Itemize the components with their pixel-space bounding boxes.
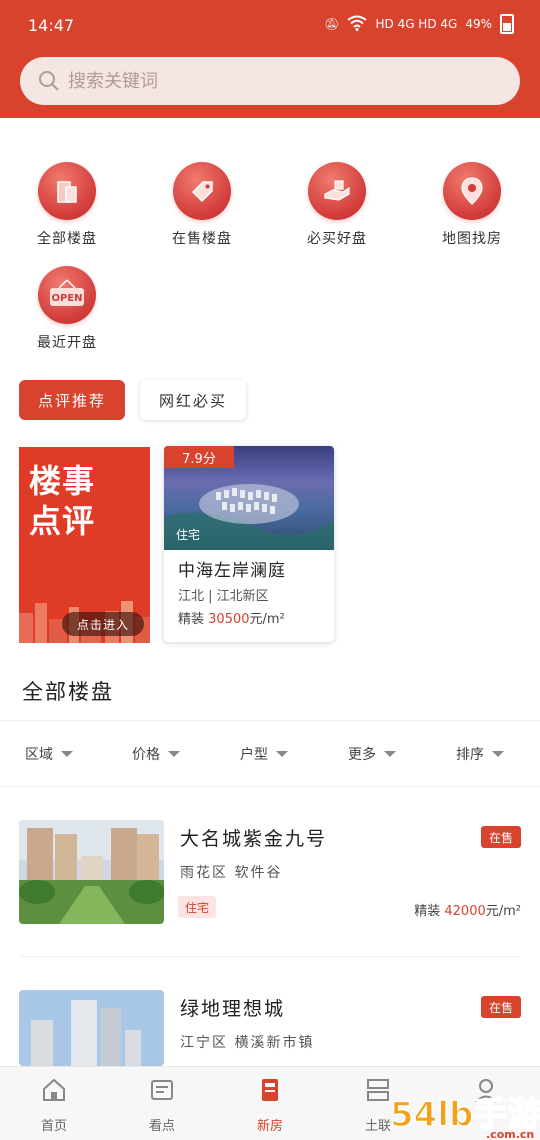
search-input[interactable]: [68, 70, 468, 92]
hand-icon: [308, 162, 366, 220]
tab-influencer-must-buy[interactable]: 网红必买: [140, 380, 246, 420]
nav-highlights[interactable]: 看点: [122, 1077, 202, 1134]
status-bar: 14:47 🔕︎ HD 4G HD 4G 49%: [0, 0, 540, 50]
category-on-sale[interactable]: 在售楼盘: [152, 162, 252, 248]
listing-name: 大名城紫金九号: [180, 828, 328, 850]
filter-label: 更多: [348, 747, 376, 763]
nav-label: 新房: [256, 1119, 283, 1134]
price-value: 30500: [208, 612, 250, 627]
search-icon: [39, 71, 59, 91]
property-type-tag: 住宅: [178, 896, 216, 918]
listing-item[interactable]: 大名城紫金九号 在售 雨花区 软件谷 住宅 精装 42000元/m²: [0, 820, 540, 940]
chevron-down-icon: [384, 751, 396, 757]
mute-icon: 🔕︎: [324, 17, 340, 31]
price-value: 42000: [444, 904, 486, 919]
category-recent-opening[interactable]: OPEN 最近开盘: [17, 266, 117, 352]
decoration-label: 精装: [414, 904, 441, 919]
category-label: 地图找房: [442, 231, 502, 247]
divider: [20, 956, 520, 957]
chevron-down-icon: [61, 751, 73, 757]
signal-text: HD 4G HD 4G: [375, 17, 458, 31]
listing-location: 江宁区 横溪新市镇: [180, 1035, 315, 1051]
nav-new-house[interactable]: 新房: [230, 1077, 310, 1134]
filter-price[interactable]: 价格: [132, 744, 180, 764]
site-watermark: 54lb手游网 .com.cn: [388, 1086, 540, 1140]
news-icon: [151, 1080, 173, 1100]
status-icons: 🔕︎ HD 4G HD 4G 49%: [324, 14, 514, 34]
decoration-label: 精装: [178, 612, 205, 627]
listing-thumbnail: [19, 820, 164, 924]
promo-enter-button[interactable]: 点击进入: [62, 612, 144, 636]
promo-card[interactable]: 楼事 点评 点击进入: [19, 447, 150, 643]
open-sign-text: OPEN: [51, 293, 82, 304]
nav-label: 看点: [148, 1119, 175, 1134]
filter-sort[interactable]: 排序: [456, 744, 504, 764]
filter-label: 价格: [132, 747, 160, 763]
listing-thumbnail: [19, 990, 164, 1066]
status-badge: 在售: [481, 996, 521, 1018]
chevron-down-icon: [168, 751, 180, 757]
open-sign-icon: OPEN: [38, 266, 96, 324]
promo-title-line2: 点评: [29, 502, 96, 540]
divider: [0, 786, 540, 787]
category-label: 在售楼盘: [172, 231, 232, 247]
category-all-buildings[interactable]: 全部楼盘: [17, 162, 117, 248]
new-house-icon: [262, 1079, 278, 1101]
promo-title-line1: 楼事: [29, 462, 96, 500]
featured-listing-image: 7.9分 住宅: [164, 446, 334, 550]
watermark-domain: .com.cn: [486, 1128, 534, 1140]
listing-name: 绿地理想城: [180, 998, 286, 1020]
chevron-down-icon: [492, 751, 504, 757]
home-icon: [43, 1078, 65, 1101]
featured-listing-price-row: 精装 30500元/m²: [178, 608, 285, 627]
featured-listing-area: 江北 | 江北新区: [178, 589, 269, 604]
nav-home[interactable]: 首页: [14, 1077, 94, 1134]
building-icon: [38, 162, 96, 220]
wifi-icon: [347, 15, 368, 34]
price-unit: 元/m²: [249, 612, 285, 627]
filter-layout[interactable]: 户型: [240, 744, 288, 764]
chevron-down-icon: [276, 751, 288, 757]
category-map-search[interactable]: 地图找房: [422, 162, 522, 248]
listing-price: 精装 42000元/m²: [414, 900, 521, 919]
map-pin-icon: [443, 162, 501, 220]
filter-more[interactable]: 更多: [348, 744, 396, 764]
listing-location: 雨花区 软件谷: [180, 865, 283, 881]
battery-text: 49%: [465, 17, 492, 31]
divider: [0, 720, 540, 721]
filter-label: 户型: [240, 747, 268, 763]
featured-listing-name: 中海左岸澜庭: [178, 561, 286, 581]
featured-listing-card[interactable]: 7.9分 住宅 中海左岸澜庭 江北 | 江北新区 精装 30500元/m²: [164, 446, 334, 642]
property-type-label: 住宅: [176, 528, 201, 542]
tab-review-recommend[interactable]: 点评推荐: [19, 380, 125, 420]
status-time: 14:47: [28, 16, 75, 35]
filter-label: 排序: [456, 747, 484, 763]
score-badge: 7.9分: [164, 446, 234, 468]
category-must-buy[interactable]: 必买好盘: [287, 162, 387, 248]
status-badge: 在售: [481, 826, 521, 848]
nav-label: 首页: [40, 1119, 67, 1134]
promo-title: 楼事 点评: [29, 461, 95, 541]
category-label: 最近开盘: [37, 335, 97, 351]
filter-region[interactable]: 区域: [25, 744, 73, 764]
tag-icon: [173, 162, 231, 220]
battery-icon: [500, 14, 514, 34]
section-title: 全部楼盘: [22, 680, 114, 704]
category-label: 全部楼盘: [37, 231, 97, 247]
header: 14:47 🔕︎ HD 4G HD 4G 49%: [0, 0, 540, 118]
filter-label: 区域: [25, 747, 53, 763]
search-bar[interactable]: [20, 57, 520, 105]
category-label: 必买好盘: [307, 231, 367, 247]
price-unit: 元/m²: [485, 904, 521, 919]
